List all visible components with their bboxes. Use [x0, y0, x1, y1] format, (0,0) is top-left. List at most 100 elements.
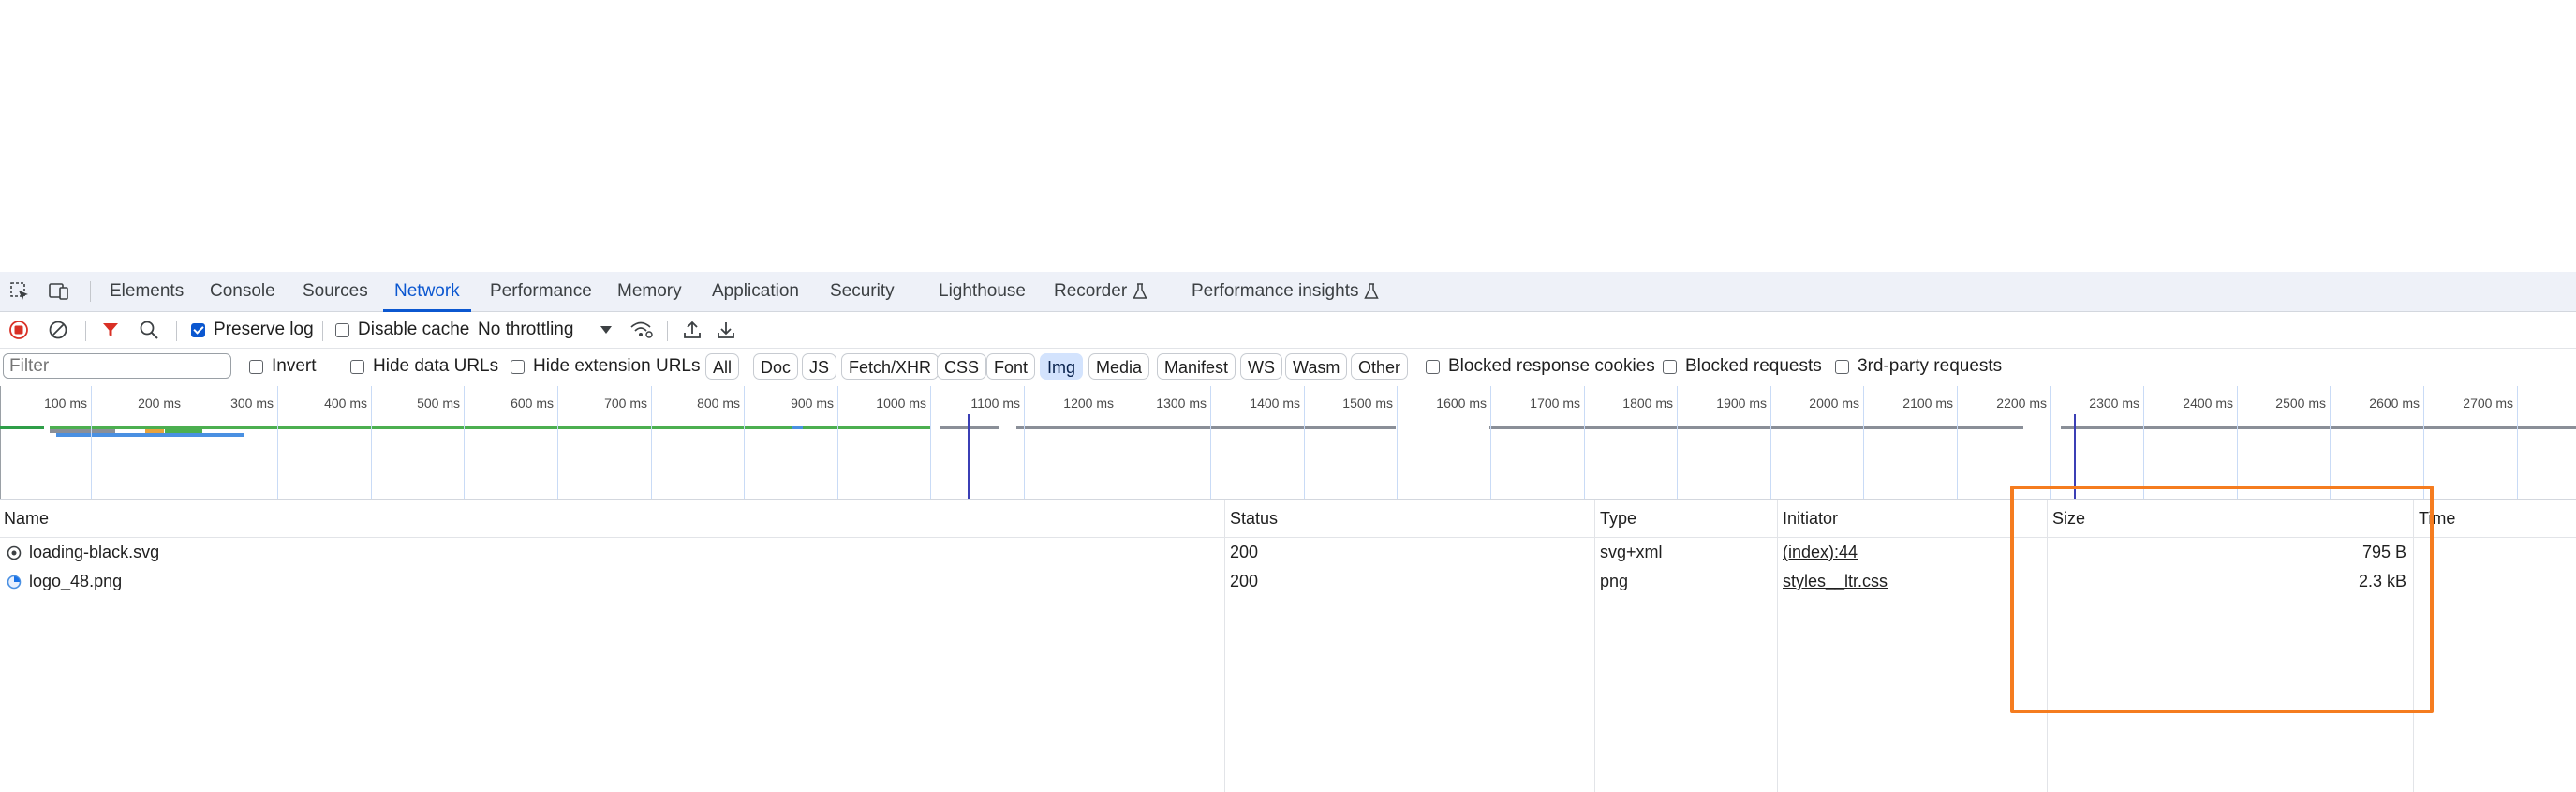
tab-memory[interactable]: Memory [617, 272, 682, 311]
overview-tick-label: 2000 ms [1809, 396, 1859, 411]
overview-activity-bar [0, 426, 44, 429]
hide-data-urls-checkbox[interactable]: Hide data URLs [350, 356, 498, 376]
overview-tick-line [2237, 386, 2238, 499]
type-filter-other[interactable]: Other [1351, 353, 1409, 380]
tab-network[interactable]: Network [383, 272, 471, 312]
toolbar-divider [322, 321, 323, 341]
checkbox-unchecked[interactable] [1426, 359, 1440, 374]
overview-tick-line [371, 386, 372, 499]
overview-tick-line [744, 386, 745, 499]
type-filter-ws[interactable]: WS [1240, 353, 1282, 380]
overview-tick-label: 1100 ms [970, 396, 1020, 411]
third-party-requests-label: 3rd-party requests [1858, 356, 2003, 376]
overview-activity-bar [1489, 426, 2023, 429]
request-initiator-link[interactable]: styles__ltr.css [1783, 567, 1888, 596]
toolbar-divider [85, 321, 86, 341]
type-filter-img[interactable]: Img [1040, 353, 1084, 380]
overview-tick-line [2423, 386, 2424, 499]
size-column-highlight-box [2010, 486, 2434, 713]
overview-tick-line [651, 386, 652, 499]
overview-tick-line [91, 386, 92, 499]
preserve-log-checkbox[interactable]: Preserve log [191, 320, 314, 339]
filter-input[interactable] [3, 353, 231, 379]
preserve-log-label: Preserve log [214, 320, 314, 339]
overview-start-line [0, 386, 1, 499]
blocked-requests-checkbox[interactable]: Blocked requests [1663, 356, 1822, 376]
type-filter-wasm[interactable]: Wasm [1285, 353, 1348, 380]
network-conditions-icon[interactable] [629, 318, 654, 342]
blocked-response-cookies-label: Blocked response cookies [1448, 356, 1655, 376]
request-type: png [1600, 572, 1629, 590]
type-filter-manifest[interactable]: Manifest [1157, 353, 1236, 380]
type-filter-font[interactable]: Font [986, 353, 1036, 380]
overview-tick-label: 1400 ms [1250, 396, 1300, 411]
overview-tick-label: 1000 ms [876, 396, 926, 411]
tab-console[interactable]: Console [210, 272, 275, 311]
overview-tick-label: 1200 ms [1063, 396, 1114, 411]
overview-tick-label: 100 ms [44, 396, 87, 411]
request-initiator-link[interactable]: (index):44 [1783, 538, 1858, 567]
overview-activity-bar [56, 433, 244, 437]
filter-icon[interactable] [98, 318, 123, 342]
column-header-status[interactable]: Status [1230, 500, 1278, 537]
import-har-icon[interactable] [680, 318, 704, 342]
checkbox-unchecked[interactable] [1663, 359, 1677, 374]
device-toolbar-icon[interactable] [47, 279, 71, 304]
tab-lighthouse[interactable]: Lighthouse [939, 272, 1026, 311]
overview-activity-bar [2061, 426, 2576, 429]
tab-security[interactable]: Security [830, 272, 895, 311]
stop-recording-icon[interactable] [7, 318, 31, 342]
overview-tick-label: 1900 ms [1716, 396, 1767, 411]
overview-tick-label: 2500 ms [2275, 396, 2326, 411]
type-filter-doc[interactable]: Doc [753, 353, 799, 380]
tab-application[interactable]: Application [712, 272, 799, 311]
checkbox-unchecked[interactable] [335, 322, 349, 337]
checkbox-checked[interactable] [191, 322, 205, 337]
blocked-response-cookies-checkbox[interactable]: Blocked response cookies [1426, 356, 1655, 376]
invert-checkbox[interactable]: Invert [249, 356, 317, 376]
search-icon[interactable] [137, 318, 161, 342]
filter-bar: Invert Hide data URLs Hide extension URL… [0, 349, 2576, 387]
throttling-value: No throttling [478, 320, 574, 339]
tab-elements[interactable]: Elements [110, 272, 184, 311]
overview-tick-line [464, 386, 465, 499]
overview-tick-line [2330, 386, 2331, 499]
column-header-type[interactable]: Type [1600, 500, 1636, 537]
overview-tick-label: 2600 ms [2369, 396, 2420, 411]
tab-recorder[interactable]: Recorder [1054, 272, 1147, 311]
svg-file-icon [7, 545, 22, 560]
overview-tick-label: 2100 ms [1902, 396, 1953, 411]
checkbox-unchecked[interactable] [1835, 359, 1849, 374]
type-filter-fetch-xhr[interactable]: Fetch/XHR [841, 353, 940, 380]
checkbox-unchecked[interactable] [350, 359, 364, 374]
type-filter-js[interactable]: JS [802, 353, 837, 380]
network-overview-timeline[interactable]: 100 ms 200 ms 300 ms 400 ms 500 ms 600 ms 700 … [0, 386, 2576, 500]
clear-icon[interactable] [46, 318, 70, 342]
column-header-initiator[interactable]: Initiator [1783, 500, 1838, 537]
overview-tick-line [1584, 386, 1585, 499]
request-name[interactable]: loading-black.svg [29, 538, 159, 567]
toolbar-divider [667, 321, 668, 341]
overview-tick-label: 280 [2522, 396, 2576, 411]
experiment-flask-icon [1133, 283, 1147, 299]
tab-performance[interactable]: Performance [490, 272, 592, 311]
checkbox-unchecked[interactable] [511, 359, 525, 374]
tab-sources[interactable]: Sources [303, 272, 368, 311]
checkbox-unchecked[interactable] [249, 359, 263, 374]
throttling-select[interactable]: No throttling [478, 320, 613, 339]
overview-tick-label: 1500 ms [1342, 396, 1393, 411]
inspect-element-icon[interactable] [7, 279, 32, 304]
type-filter-media[interactable]: Media [1088, 353, 1150, 380]
type-filter-css[interactable]: CSS [937, 353, 987, 380]
column-header-name[interactable]: Name [4, 500, 49, 537]
tab-performance-insights[interactable]: Performance insights [1192, 272, 1380, 311]
type-filter-all[interactable]: All [705, 353, 740, 380]
disable-cache-checkbox[interactable]: Disable cache [335, 320, 469, 339]
request-name[interactable]: logo_48.png [29, 567, 122, 596]
tab-performance-insights-label: Performance insights [1192, 281, 1359, 301]
tab-recorder-label: Recorder [1054, 281, 1128, 301]
export-har-icon[interactable] [714, 318, 738, 342]
third-party-requests-checkbox[interactable]: 3rd-party requests [1835, 356, 2003, 376]
hide-extension-urls-checkbox[interactable]: Hide extension URLs [511, 356, 700, 376]
overview-tick-label: 2400 ms [2183, 396, 2233, 411]
